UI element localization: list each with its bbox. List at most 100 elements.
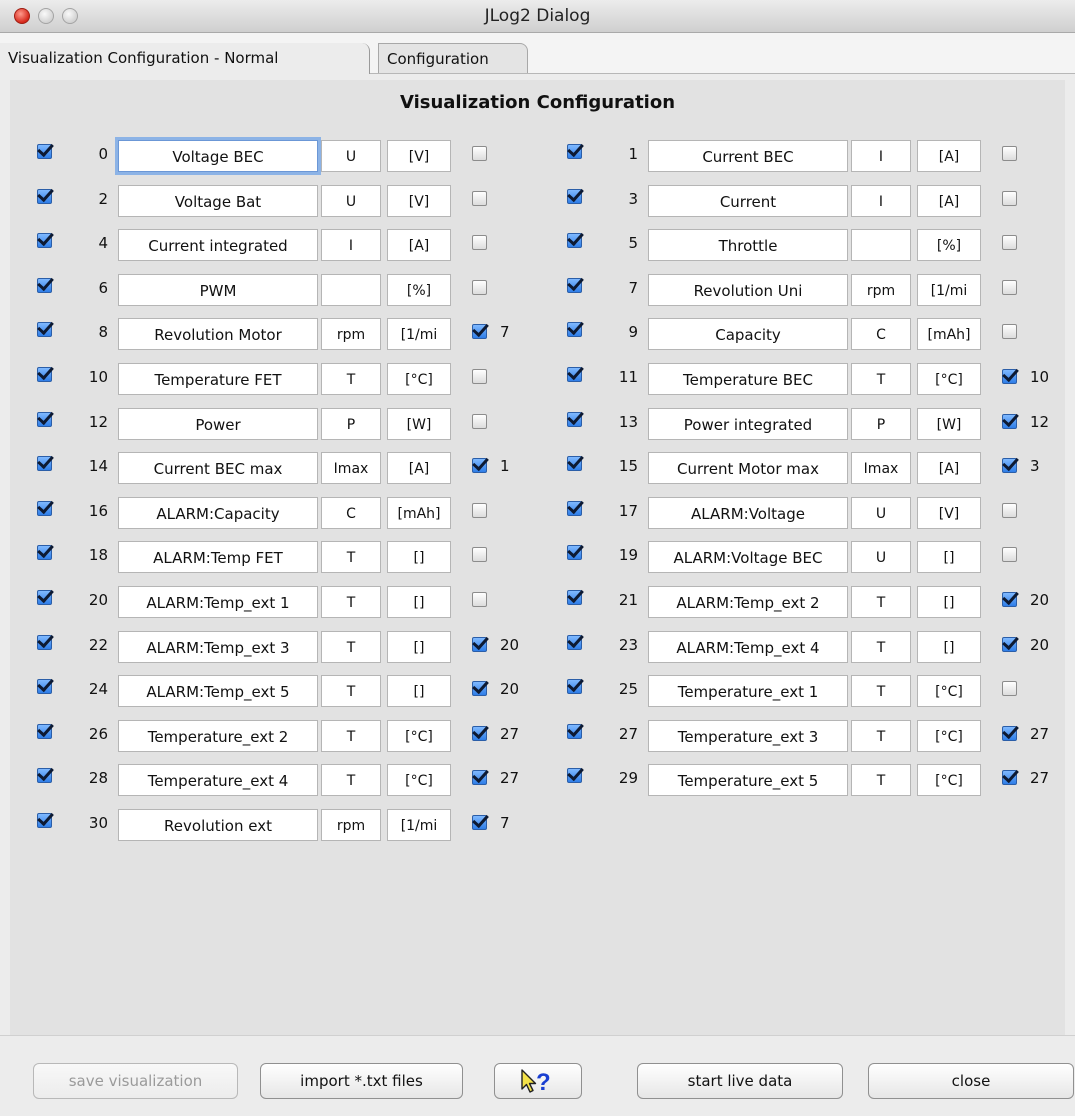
reference-checkbox[interactable] [1002,726,1017,741]
name-field[interactable]: Temperature BEC [648,363,848,395]
name-field[interactable]: Temperature_ext 5 [648,764,848,796]
reference-checkbox[interactable] [472,726,487,741]
enable-checkbox[interactable] [567,367,582,382]
symbol-field[interactable]: T [321,720,381,752]
unit-field[interactable]: [] [917,586,981,618]
enable-checkbox[interactable] [567,635,582,650]
symbol-field[interactable]: T [851,764,911,796]
name-field[interactable]: Revolution Uni [648,274,848,306]
symbol-field[interactable]: U [321,185,381,217]
unit-field[interactable]: [°C] [917,720,981,752]
name-field[interactable]: Temperature FET [118,363,318,395]
enable-checkbox[interactable] [37,768,52,783]
name-field[interactable]: Current integrated [118,229,318,261]
unit-field[interactable]: [V] [387,185,451,217]
reference-checkbox[interactable] [472,369,487,384]
name-field[interactable]: Temperature_ext 2 [118,720,318,752]
symbol-field[interactable]: T [321,541,381,573]
unit-field[interactable]: [V] [387,140,451,172]
reference-checkbox[interactable] [472,458,487,473]
reference-checkbox[interactable] [1002,547,1017,562]
symbol-field[interactable] [851,229,911,261]
unit-field[interactable]: [mAh] [917,318,981,350]
symbol-field[interactable]: C [851,318,911,350]
symbol-field[interactable]: Imax [851,452,911,484]
enable-checkbox[interactable] [567,278,582,293]
name-field[interactable]: Power integrated [648,408,848,440]
symbol-field[interactable]: T [851,675,911,707]
unit-field[interactable]: [W] [917,408,981,440]
symbol-field[interactable]: I [851,185,911,217]
reference-checkbox[interactable] [1002,414,1017,429]
reference-checkbox[interactable] [472,414,487,429]
symbol-field[interactable]: I [321,229,381,261]
reference-checkbox[interactable] [1002,770,1017,785]
symbol-field[interactable]: rpm [321,318,381,350]
unit-field[interactable]: [] [387,541,451,573]
unit-field[interactable]: [°C] [387,720,451,752]
unit-field[interactable]: [] [387,631,451,663]
name-field[interactable]: ALARM:Capacity [118,497,318,529]
enable-checkbox[interactable] [567,501,582,516]
unit-field[interactable]: [%] [917,229,981,261]
reference-checkbox[interactable] [1002,369,1017,384]
symbol-field[interactable]: T [321,363,381,395]
close-button[interactable]: close [868,1063,1074,1099]
unit-field[interactable]: [A] [387,229,451,261]
unit-field[interactable]: [] [917,541,981,573]
symbol-field[interactable]: T [321,764,381,796]
symbol-field[interactable]: T [321,586,381,618]
symbol-field[interactable] [321,274,381,306]
name-field[interactable]: ALARM:Temp_ext 5 [118,675,318,707]
enable-checkbox[interactable] [37,590,52,605]
symbol-field[interactable]: U [851,497,911,529]
enable-checkbox[interactable] [567,545,582,560]
unit-field[interactable]: [] [917,631,981,663]
reference-checkbox[interactable] [1002,324,1017,339]
symbol-field[interactable]: U [321,140,381,172]
unit-field[interactable]: [1/mi [917,274,981,306]
symbol-field[interactable]: T [851,631,911,663]
reference-checkbox[interactable] [472,280,487,295]
symbol-field[interactable]: T [851,363,911,395]
enable-checkbox[interactable] [37,412,52,427]
enable-checkbox[interactable] [37,189,52,204]
unit-field[interactable]: [%] [387,274,451,306]
reference-checkbox[interactable] [472,592,487,607]
symbol-field[interactable]: rpm [851,274,911,306]
symbol-field[interactable]: C [321,497,381,529]
unit-field[interactable]: [°C] [387,363,451,395]
symbol-field[interactable]: T [851,720,911,752]
tab-configuration[interactable]: Configuration [378,43,528,73]
name-field[interactable]: Current BEC [648,140,848,172]
enable-checkbox[interactable] [37,278,52,293]
name-field[interactable]: Voltage Bat [118,185,318,217]
reference-checkbox[interactable] [1002,280,1017,295]
reference-checkbox[interactable] [472,146,487,161]
unit-field[interactable]: [A] [917,185,981,217]
name-field[interactable]: Temperature_ext 1 [648,675,848,707]
unit-field[interactable]: [A] [917,140,981,172]
name-field[interactable]: Capacity [648,318,848,350]
enable-checkbox[interactable] [567,189,582,204]
unit-field[interactable]: [°C] [387,764,451,796]
name-field[interactable]: ALARM:Voltage [648,497,848,529]
name-field[interactable]: Revolution Motor [118,318,318,350]
enable-checkbox[interactable] [37,456,52,471]
name-field[interactable]: Revolution ext [118,809,318,841]
reference-checkbox[interactable] [1002,592,1017,607]
unit-field[interactable]: [°C] [917,675,981,707]
reference-checkbox[interactable] [1002,637,1017,652]
symbol-field[interactable]: Imax [321,452,381,484]
enable-checkbox[interactable] [567,724,582,739]
reference-checkbox[interactable] [472,770,487,785]
symbol-field[interactable]: T [321,675,381,707]
reference-checkbox[interactable] [472,637,487,652]
import-txt-button[interactable]: import *.txt files [260,1063,463,1099]
help-button[interactable]: ? [494,1063,582,1099]
unit-field[interactable]: [°C] [917,363,981,395]
name-field[interactable]: Temperature_ext 3 [648,720,848,752]
reference-checkbox[interactable] [1002,146,1017,161]
unit-field[interactable]: [1/mi [387,318,451,350]
reference-checkbox[interactable] [1002,458,1017,473]
